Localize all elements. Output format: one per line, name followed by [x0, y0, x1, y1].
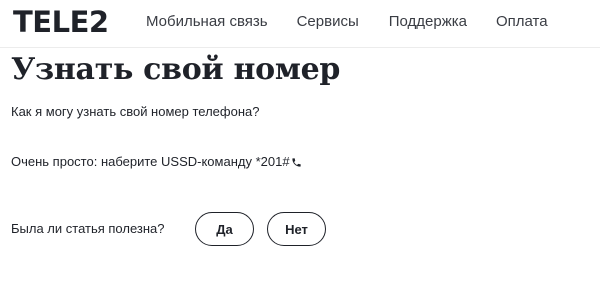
- article-question: Как я могу узнать свой номер телефона?: [11, 104, 260, 119]
- feedback-label: Была ли статья полезна?: [11, 221, 165, 236]
- page-title: Узнать свой номер: [11, 52, 341, 87]
- article-answer: Очень просто: наберите USSD-команду *201…: [11, 154, 302, 170]
- feedback-yes-button[interactable]: Да: [195, 212, 254, 246]
- nav-item-services[interactable]: Сервисы: [297, 13, 359, 31]
- nav-item-support[interactable]: Поддержка: [389, 13, 467, 31]
- nav-item-mobile[interactable]: Мобильная связь: [146, 13, 268, 31]
- main-nav: Мобильная связь Сервисы Поддержка Оплата: [146, 13, 548, 31]
- tele2-logo[interactable]: TELE2: [13, 5, 109, 39]
- answer-text: Очень просто: наберите USSD-команду *201…: [11, 154, 290, 169]
- phone-icon: [291, 156, 302, 167]
- feedback-no-button[interactable]: Нет: [267, 212, 326, 246]
- site-header: TELE2 Мобильная связь Сервисы Поддержка …: [0, 0, 600, 48]
- nav-item-payment[interactable]: Оплата: [496, 13, 548, 31]
